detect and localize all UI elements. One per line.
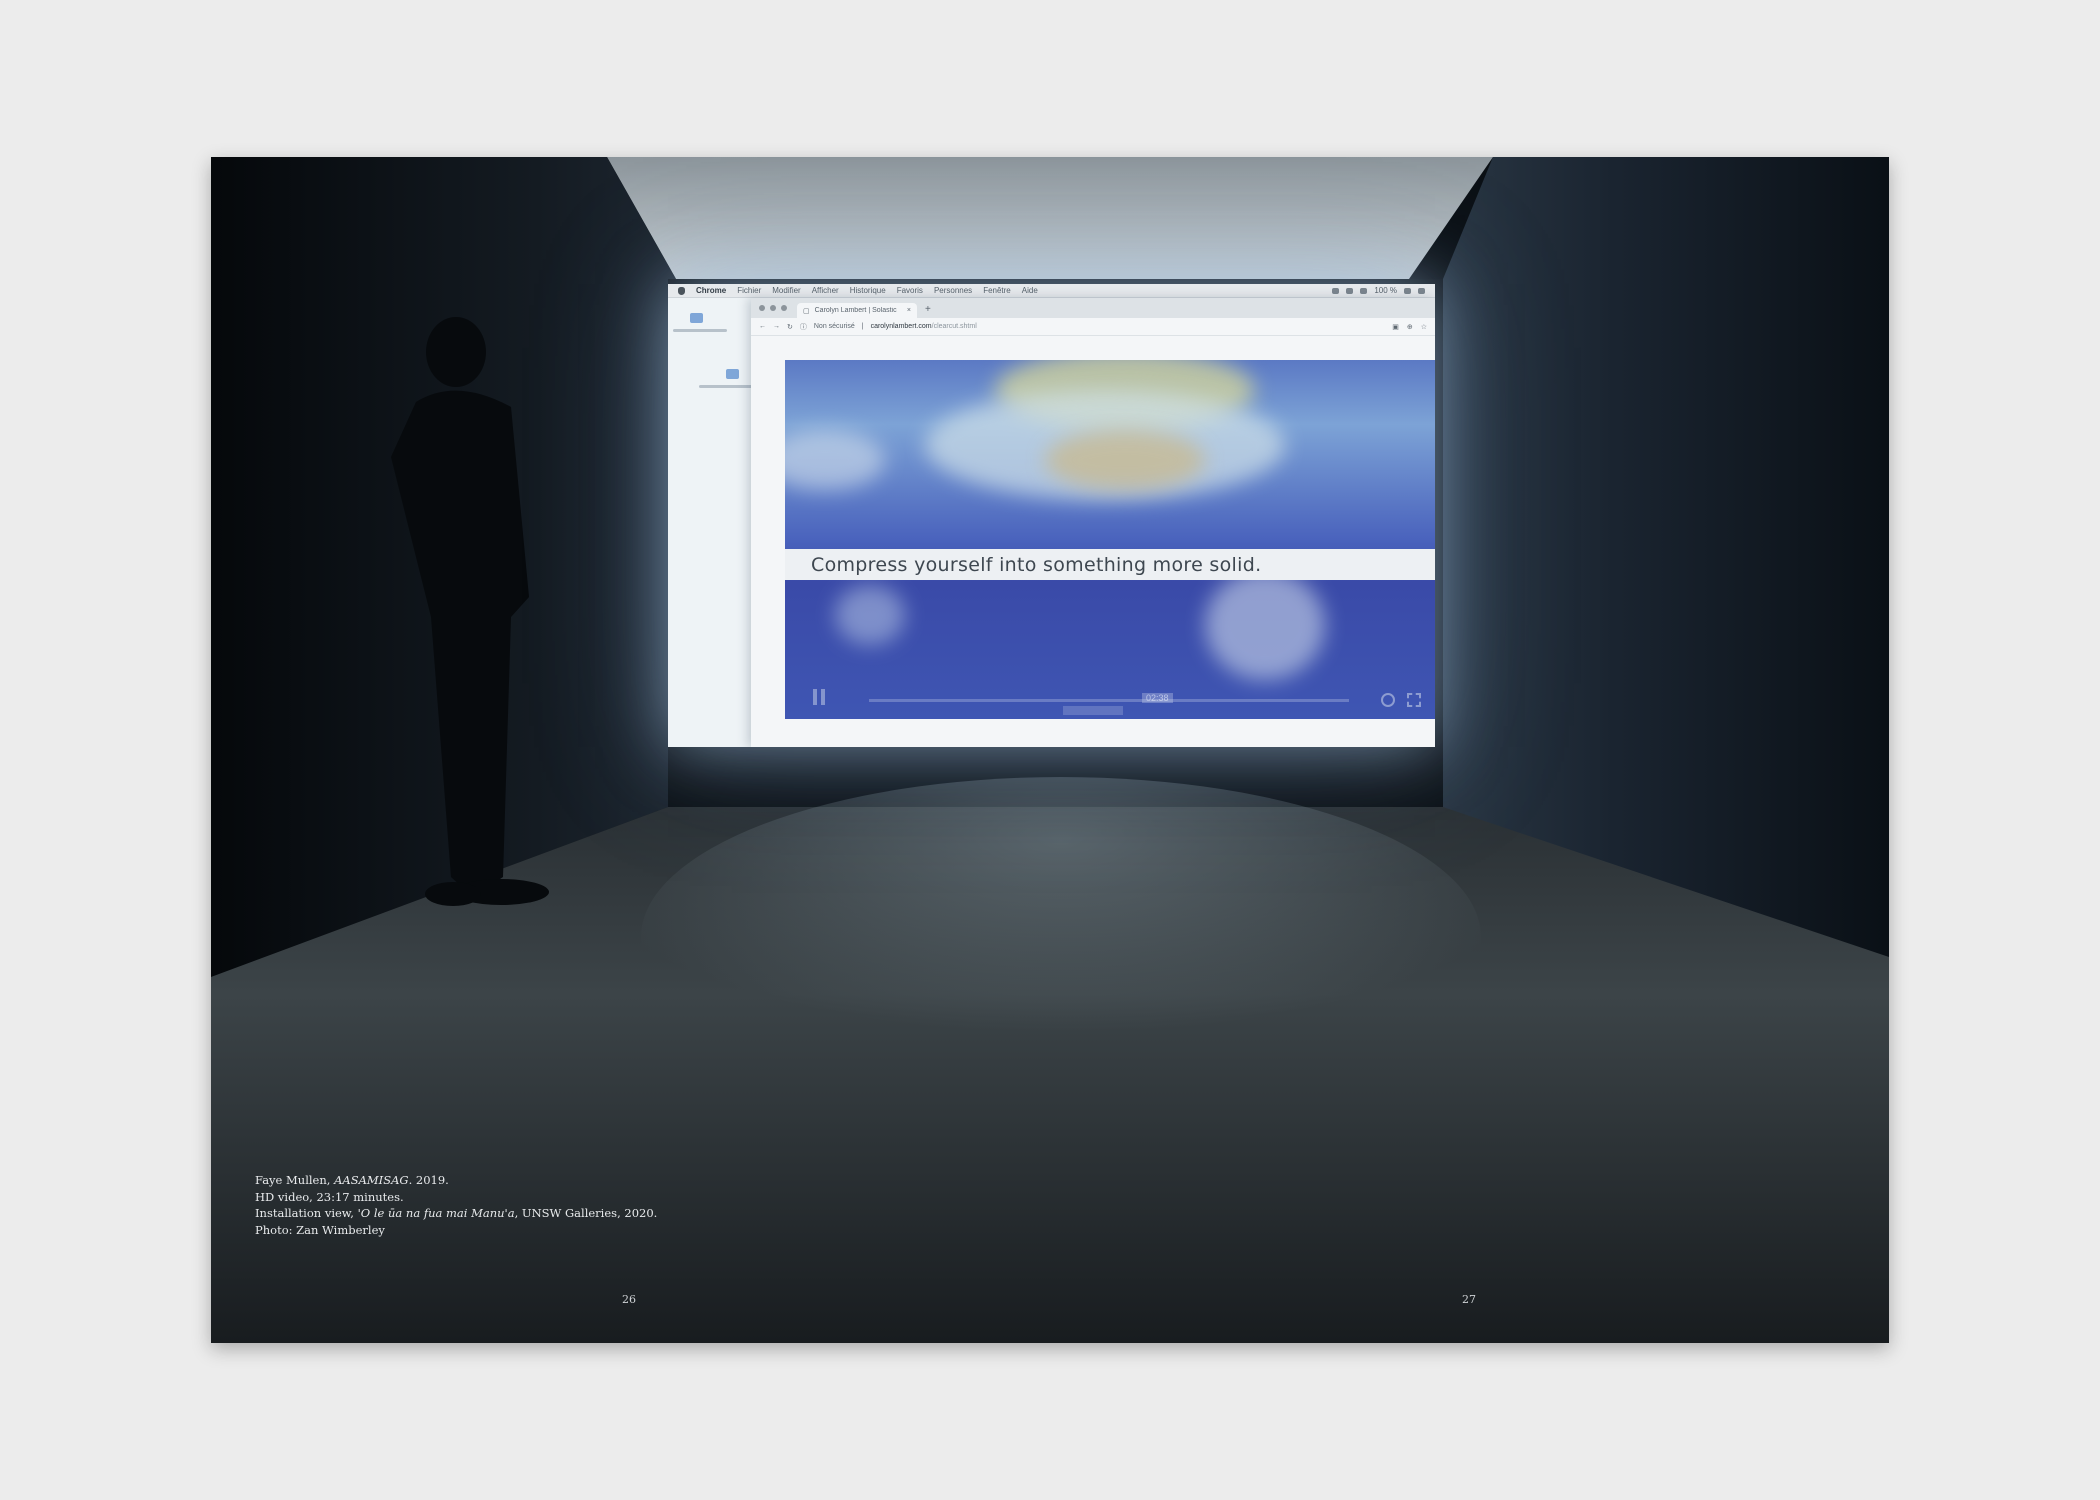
video-controls: 02:38 <box>785 677 1435 719</box>
projected-browser-screen: Chrome Fichier Modifier Afficher Histori… <box>668 284 1435 747</box>
zoom-icon[interactable]: ⊕ <box>1407 323 1413 331</box>
menubar-item-historique[interactable]: Historique <box>850 286 886 295</box>
caption-line-artwork: Faye Mullen, AASAMISAG. 2019. <box>255 1172 657 1189</box>
folder-label <box>673 329 727 332</box>
folder-icon[interactable] <box>690 313 703 323</box>
menubar-item-modifier[interactable]: Modifier <box>772 286 800 295</box>
translate-icon[interactable]: ▣ <box>1392 323 1399 331</box>
reload-icon[interactable]: ↻ <box>787 323 793 331</box>
caption-line-installation: Installation view, 'O le ūa na fua mai M… <box>255 1205 657 1222</box>
menubar-app-name: Chrome <box>696 286 727 295</box>
page-icon: ▢ <box>803 307 810 315</box>
tab-title: Carolyn Lambert | Solastic <box>814 307 897 314</box>
minimize-window-button[interactable] <box>770 305 776 311</box>
browser-window: ▢ Carolyn Lambert | Solastic × + ← → ↻ ⓘ… <box>751 298 1435 747</box>
url-field[interactable]: carolynlambert.com/clearcut.shtml <box>871 323 977 330</box>
close-window-button[interactable] <box>759 305 765 311</box>
cloud-shape <box>1045 430 1205 490</box>
bookmark-star-icon[interactable]: ☆ <box>1421 323 1427 331</box>
search-icon[interactable] <box>1418 287 1425 294</box>
caption-install-suffix: , UNSW Galleries, 2020. <box>514 1206 658 1220</box>
book-spread: Chrome Fichier Modifier Afficher Histori… <box>211 157 1889 1343</box>
wifi-icon[interactable] <box>1360 287 1368 294</box>
url-path: /clearcut.shtml <box>931 323 977 330</box>
desktop-icons <box>668 298 753 747</box>
url-domain: carolynlambert.com <box>870 323 932 330</box>
record-icon[interactable] <box>1332 287 1340 294</box>
menubar-item-favoris[interactable]: Favoris <box>897 286 923 295</box>
caption-photo-credit: Photo: Zan Wimberley <box>255 1222 385 1237</box>
subtitle-band: Compress yourself into something more so… <box>785 549 1435 580</box>
gear-icon[interactable] <box>1381 693 1395 707</box>
photo-caption: Faye Mullen, AASAMISAG. 2019. HD video, … <box>255 1172 657 1238</box>
forward-arrow-icon[interactable]: → <box>773 323 780 330</box>
menubar-item-afficher[interactable]: Afficher <box>812 286 839 295</box>
caption-artist: Faye Mullen, <box>255 1173 335 1187</box>
cloud-shape <box>785 430 885 490</box>
browser-addressbar: ← → ↻ ⓘ Non sécurisé | carolynlambert.co… <box>751 318 1435 336</box>
caption-exhibition: 'O le ūa na fua mai Manu'a <box>357 1206 515 1220</box>
addressbar-actions: ▣ ⊕ ☆ <box>1392 323 1435 331</box>
info-icon[interactable]: ⓘ <box>800 322 807 332</box>
back-arrow-icon[interactable]: ← <box>759 323 766 330</box>
video-subtitle: Compress yourself into something more so… <box>811 553 1262 576</box>
caption-title: AASAMISAG <box>334 1173 409 1187</box>
page-number-right: 27 <box>1462 1293 1476 1306</box>
page-number-left: 26 <box>622 1293 636 1306</box>
window-controls <box>759 305 787 311</box>
browser-tabbar: ▢ Carolyn Lambert | Solastic × + <box>751 298 1435 318</box>
zoom-window-button[interactable] <box>781 305 787 311</box>
cloud-shape <box>835 585 905 645</box>
video-player[interactable]: Compress yourself into something more so… <box>785 360 1435 719</box>
folder-icon[interactable] <box>726 369 739 379</box>
folder-label <box>699 385 753 388</box>
video-time: 02:38 <box>1142 693 1173 703</box>
battery-icon[interactable] <box>1404 287 1411 294</box>
menubar-item-fichier[interactable]: Fichier <box>737 286 761 295</box>
scrub-preview <box>1063 706 1123 715</box>
caption-medium: HD video, 23:17 minutes. <box>255 1189 404 1204</box>
browser-tab[interactable]: ▢ Carolyn Lambert | Solastic × <box>797 303 917 318</box>
fullscreen-icon[interactable] <box>1407 693 1421 707</box>
menubar-item-fenetre[interactable]: Fenêtre <box>983 286 1011 295</box>
pause-icon[interactable] <box>813 689 827 705</box>
tab-close-icon[interactable]: × <box>907 307 911 314</box>
menubar-item-aide[interactable]: Aide <box>1022 286 1038 295</box>
caption-install-prefix: Installation view, <box>255 1206 358 1220</box>
menubar-status-area: 100 % <box>1332 286 1435 295</box>
video-progress-bar[interactable]: 02:38 <box>869 693 1349 703</box>
url-separator: | <box>861 323 864 330</box>
volume-icon[interactable] <box>1346 287 1354 294</box>
apple-icon <box>678 286 685 295</box>
caption-year: . 2019. <box>408 1173 449 1187</box>
menubar-item-personnes[interactable]: Personnes <box>934 286 972 295</box>
mac-menubar: Chrome Fichier Modifier Afficher Histori… <box>668 284 1435 298</box>
cloud-shape <box>1205 570 1325 680</box>
security-label: Non sécurisé <box>813 323 855 330</box>
battery-percent: 100 % <box>1374 286 1397 295</box>
new-tab-button[interactable]: + <box>925 304 931 315</box>
